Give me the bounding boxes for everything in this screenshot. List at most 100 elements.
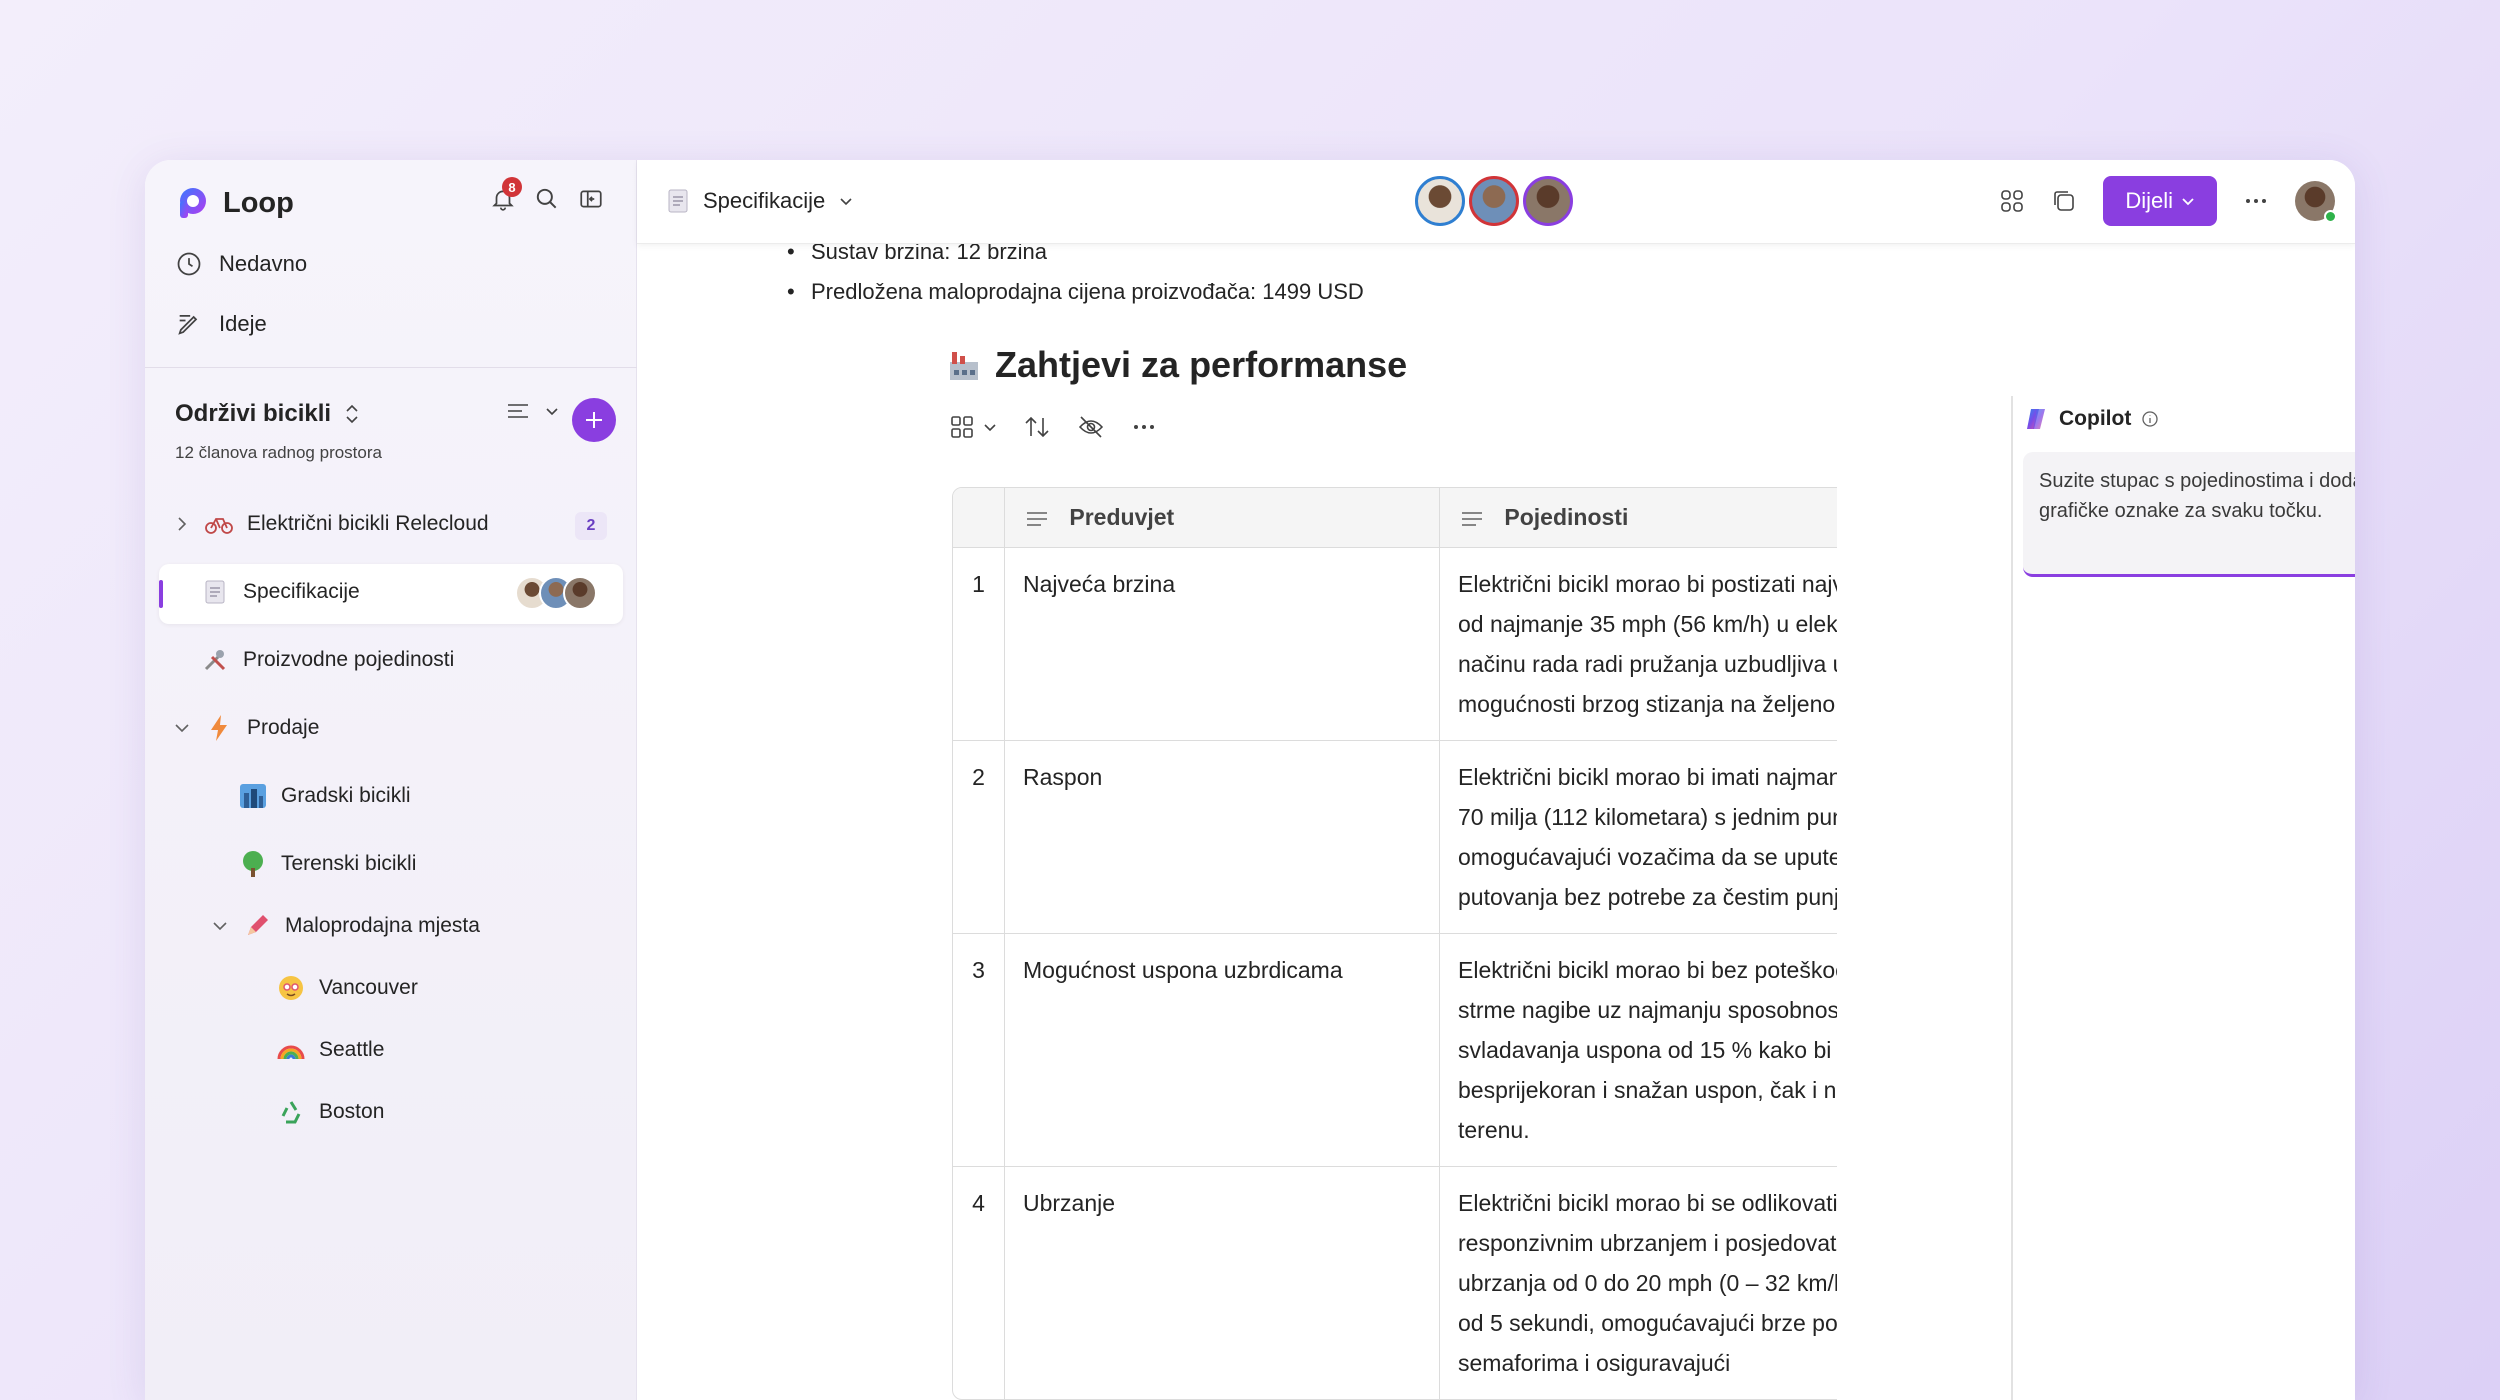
notifications-button[interactable]: 8 [490,177,522,212]
list-item: Predložena maloprodajna cijena proizvođa… [787,272,1364,312]
row-number: 2 [953,740,1005,933]
info-icon[interactable] [2141,410,2159,428]
tree-item-maloprodajna[interactable]: Maloprodajna mjesta [211,912,480,940]
nav-ideas-label: Ideje [219,311,267,336]
app-window: Loop 8 Nedavno Ideje Održivi bicikli 12 … [145,160,2355,1400]
presence-indicator [2324,210,2337,223]
avatar[interactable] [1523,176,1573,226]
tree-icon [239,850,267,878]
city-icon [239,782,267,810]
tree-item-label: Maloprodajna mjesta [285,914,480,937]
nav-recent[interactable]: Nedavno [175,250,307,278]
workspace-title: Održivi bicikli [175,400,332,427]
table-header[interactable]: Preduvjet [1005,488,1440,548]
page-icon [668,189,688,213]
chevron-down-icon [213,922,227,931]
workspace-member-count: 12 članova radnog prostora [175,443,382,462]
search-icon [536,188,557,209]
bike-icon [205,510,233,538]
panel-icon [580,190,602,208]
chevron-right-icon [178,517,187,531]
copilot-title: Copilot [2059,407,2132,430]
tree-item-label: Terenski bicikli [281,852,417,875]
tree-item-gradski[interactable]: Gradski bicikli [239,782,411,810]
more-icon[interactable] [2243,188,2269,214]
user-avatar[interactable] [2295,181,2337,223]
copilot-icon [2027,409,2045,429]
table-header[interactable]: Pojedinosti [1440,488,1837,548]
sort-menu-button[interactable] [505,400,559,422]
tree-item-label: Gradski bicikli [281,784,411,807]
table-row: 4 Ubrzanje Električni bicikl morao bi se… [953,1166,1837,1399]
details-cell[interactable]: Električni bicikl morao bi postizati naj… [1440,548,1837,740]
details-cell[interactable]: Električni bicikl morao bi bez poteškoća… [1440,933,1837,1166]
table-header-index [953,488,1005,548]
loop-logo-icon [180,188,206,218]
tree-item-terenski[interactable]: Terenski bicikli [239,850,416,878]
avatar [563,576,597,610]
tree-item-label: Proizvodne pojedinosti [243,648,455,671]
chevron-down-icon [2182,198,2194,206]
tree-item-seattle[interactable]: Seattle [277,1036,384,1064]
factory-icon [950,352,978,380]
sort-icon[interactable] [1023,414,1051,440]
face-icon [277,974,305,1002]
tree-item-prodaje[interactable]: Prodaje [173,714,319,742]
avatar[interactable] [1469,176,1519,226]
tree-item-proizvodne[interactable]: Proizvodne pojedinosti [201,646,454,674]
tree-item-label: Specifikacije [243,580,360,603]
copilot-panel: Copilot Suzite stupac s pojedinostima i … [2023,396,2355,577]
sidebar-divider [145,367,637,368]
add-page-button[interactable] [572,398,616,442]
requirements-table: Preduvjet Pojedinosti 1 Najveća brzina E… [952,487,1837,1400]
grid-icon [951,416,973,438]
brand[interactable]: Loop [175,186,294,220]
page-icon [201,578,229,606]
page-header: Specifikacije Dijeli [637,160,2355,244]
requirement-cell[interactable]: Najveća brzina [1005,548,1440,740]
workspace-switcher[interactable]: Održivi bicikli [175,400,361,428]
copilot-prompt-card[interactable]: Suzite stupac s pojedinostima i dodajte … [2023,452,2355,577]
share-button[interactable]: Dijeli [2103,176,2217,226]
rainbow-icon [277,1036,305,1064]
tree-item-vancouver[interactable]: Vancouver [277,974,418,1002]
chevron-down-icon [984,424,996,432]
details-cell[interactable]: Električni bicikl morao bi imati najmanj… [1440,740,1837,933]
share-label: Dijeli [2125,188,2173,213]
tree-item-label: Prodaje [247,716,320,739]
tools-icon [201,646,229,674]
more-icon[interactable] [1131,414,1157,440]
header-actions: Dijeli [1999,176,2337,226]
document-canvas: Sustav brzina: 12 brzina Predložena malo… [637,244,1837,1400]
chevron-down-icon [840,198,852,206]
recycle-icon [277,1098,305,1126]
plus-icon [586,412,602,428]
collapse-sidebar-button[interactable] [578,186,604,212]
sidebar: Loop 8 Nedavno Ideje Održivi bicikli 12 … [145,160,637,1400]
table-row: 1 Najveća brzina Električni bicikl morao… [953,548,1837,740]
chevron-down-icon [175,724,189,733]
tree-item-specifikacije[interactable]: Specifikacije [201,578,360,606]
requirement-cell[interactable]: Mogućnost uspona uzbrdicama [1005,933,1440,1166]
hide-icon[interactable] [1077,414,1105,440]
copilot-prompt-text: Suzite stupac s pojedinostima i dodajte … [2039,470,2355,522]
tree-item-relecloud[interactable]: Električni bicikli Relecloud [173,510,489,538]
avatar[interactable] [1415,176,1465,226]
main-content: Specifikacije Dijeli • Sustav brzina: 12… [637,160,2355,1400]
copy-loop-icon[interactable] [2051,188,2077,214]
column-header-label: Pojedinosti [1504,504,1629,530]
ideas-icon [178,314,198,335]
components-icon[interactable] [1999,188,2025,214]
nav-ideas[interactable]: Ideje [175,310,267,338]
search-button[interactable] [534,186,560,212]
pen-icon [243,912,271,940]
requirement-cell[interactable]: Ubrzanje [1005,1166,1440,1399]
tree-item-boston[interactable]: Boston [277,1098,384,1126]
details-cell[interactable]: Električni bicikl morao bi se odlikovati… [1440,1166,1837,1399]
requirement-cell[interactable]: Raspon [1005,740,1440,933]
table-row: 3 Mogućnost uspona uzbrdicama Električni… [953,933,1837,1166]
copilot-divider [2011,396,2013,1400]
sidebar-top-toolbar: 8 [490,177,604,212]
page-title-button[interactable]: Specifikacije [667,188,853,214]
table-layout-button[interactable] [949,414,997,440]
